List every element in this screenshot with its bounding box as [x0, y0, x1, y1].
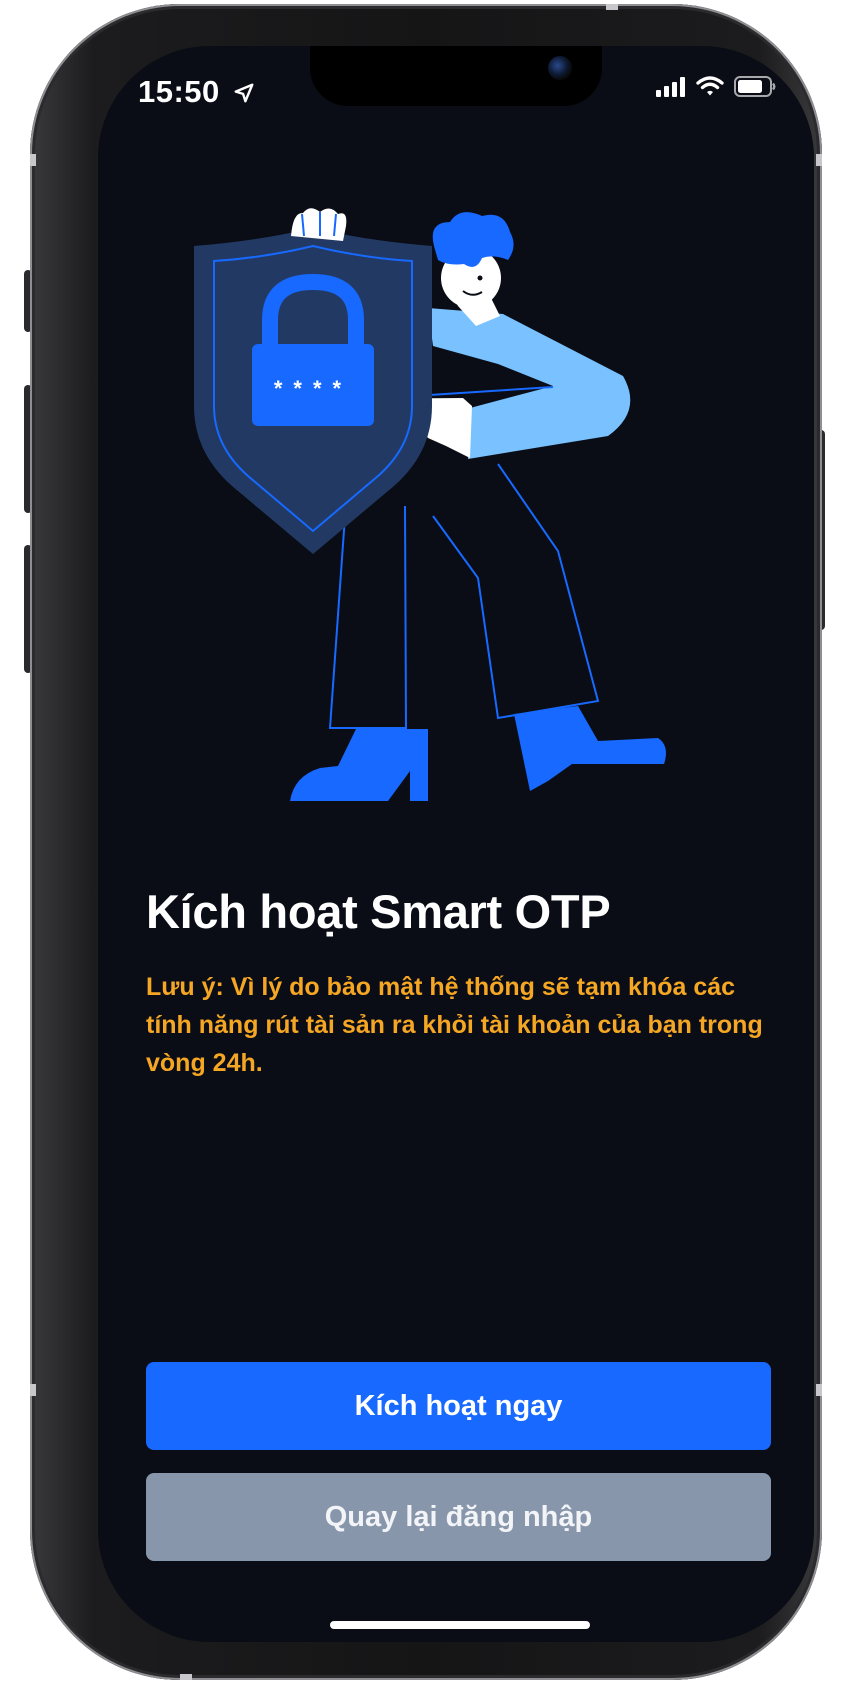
- antenna-band: [30, 1384, 36, 1396]
- security-warning-note: Lưu ý: Vì lý do bảo mật hệ thống sẽ tạm …: [146, 973, 763, 1077]
- person-head: [432, 212, 514, 326]
- page-title: Kích hoạt Smart OTP: [146, 885, 611, 938]
- antenna-band: [816, 1384, 822, 1396]
- person-shoes: [290, 706, 666, 801]
- device-stage: 15:50 **** Kích hoạt Smart OTP Lưu ý: Vì…: [0, 0, 849, 1695]
- app-screen: 15:50 **** Kích hoạt Smart OTP Lưu ý: Vì…: [98, 46, 814, 1642]
- antenna-band: [606, 4, 618, 10]
- phone-frame: 15:50 **** Kích hoạt Smart OTP Lưu ý: Vì…: [30, 4, 822, 1680]
- antenna-band: [816, 154, 822, 166]
- security-illustration: ****: [194, 208, 666, 801]
- back-to-login-label: Quay lại đăng nhập: [324, 1500, 593, 1533]
- antenna-band: [30, 154, 36, 166]
- home-indicator[interactable]: [330, 1621, 590, 1629]
- activate-now-button[interactable]: Kích hoạt ngay: [146, 1362, 771, 1450]
- pin-mask: ****: [274, 376, 352, 401]
- activate-now-label: Kích hoạt ngay: [354, 1389, 563, 1422]
- antenna-band: [180, 1674, 192, 1680]
- back-to-login-button[interactable]: Quay lại đăng nhập: [146, 1473, 771, 1561]
